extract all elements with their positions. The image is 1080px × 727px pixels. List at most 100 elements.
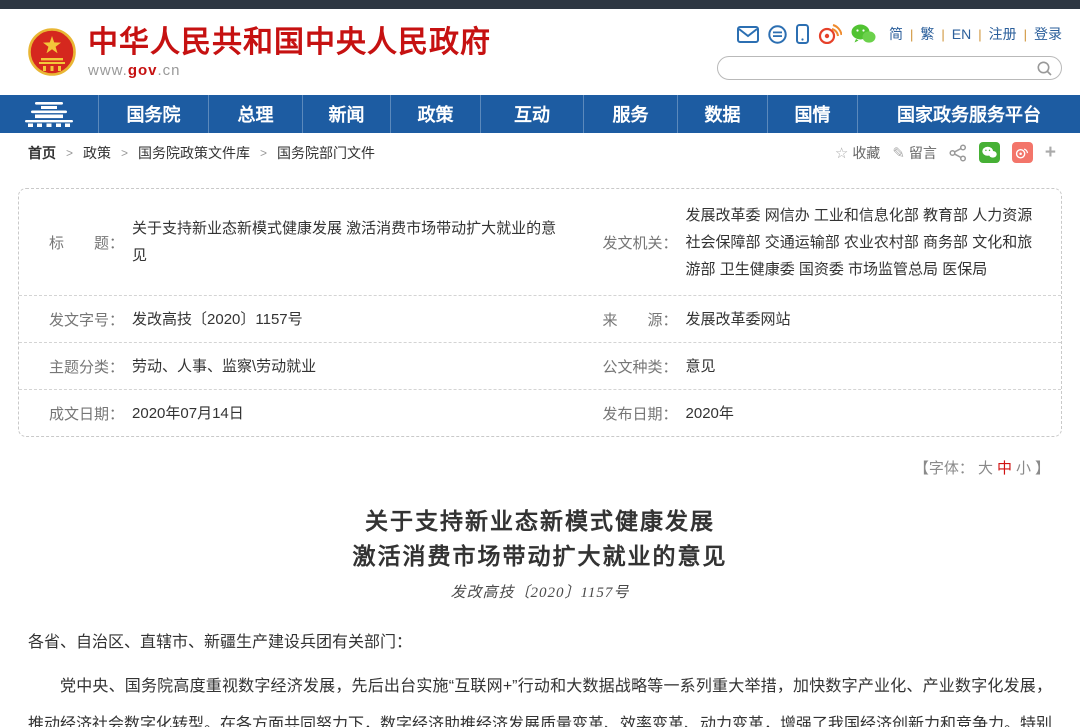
meta-value-doc-number: 发改高技〔2020〕1157号 bbox=[132, 306, 303, 333]
link-separator: | bbox=[910, 27, 913, 42]
breadcrumb: 首页 > 政策 > 国务院政策文件库 > 国务院部门文件 bbox=[28, 143, 375, 163]
share-weibo-button[interactable] bbox=[1012, 142, 1033, 163]
meta-label-category: 主题分类： bbox=[49, 356, 124, 377]
link-separator: | bbox=[978, 27, 981, 42]
font-selector-suffix: 】 bbox=[1035, 460, 1050, 477]
breadcrumb-row: 首页 > 政策 > 国务院政策文件库 > 国务院部门文件 ☆ 收藏 ✎ 留言 bbox=[0, 133, 1080, 172]
star-icon: ☆ bbox=[835, 144, 848, 162]
meta-value-source: 发展改革委网站 bbox=[686, 306, 791, 333]
quick-links-row: 简 | 繁 | EN | 注册 | 登录 bbox=[717, 21, 1062, 47]
lang-simplified[interactable]: 简 bbox=[889, 24, 903, 44]
body-paragraph: 党中央、国务院高度重视数字经济发展，先后出台实施“互联网+”行动和大数据战略等一… bbox=[28, 668, 1052, 727]
breadcrumb-home[interactable]: 首页 bbox=[28, 143, 56, 163]
register-link[interactable]: 注册 bbox=[989, 24, 1017, 44]
nav-item-zhengwu-platform[interactable]: 国家政务服务平台 bbox=[857, 95, 1080, 133]
site-title: 中华人民共和国中央人民政府 bbox=[88, 26, 491, 60]
font-selector-prefix: 【字体： bbox=[914, 460, 974, 477]
meta-cell-doc-type: 公文种类： 意见 bbox=[603, 343, 1061, 389]
url-www: www. bbox=[88, 62, 128, 79]
meta-value-publish-date: 2020年 bbox=[686, 400, 734, 427]
meta-label-source: 来 源： bbox=[603, 309, 678, 330]
url-cn: .cn bbox=[158, 62, 181, 79]
favorite-label: 收藏 bbox=[852, 143, 880, 163]
meta-row-category-type: 主题分类： 劳动、人事、监察\劳动就业 公文种类： 意见 bbox=[19, 342, 1061, 389]
search-icon[interactable] bbox=[1036, 60, 1053, 77]
login-link[interactable]: 登录 bbox=[1034, 24, 1062, 44]
breadcrumb-separator: > bbox=[260, 146, 267, 160]
url-gov: gov bbox=[128, 62, 158, 79]
pencil-icon: ✎ bbox=[892, 144, 905, 162]
weibo-icon[interactable] bbox=[818, 24, 842, 44]
salutation: 各省、自治区、直辖市、新疆生产建设兵团有关部门： bbox=[28, 628, 1052, 658]
share-wechat-button[interactable] bbox=[979, 142, 1000, 163]
meta-label-publish-date: 发布日期： bbox=[603, 403, 678, 424]
breadcrumb-policy-library[interactable]: 国务院政策文件库 bbox=[138, 143, 250, 163]
page-actions: ☆ 收藏 ✎ 留言 bbox=[835, 142, 1056, 164]
search-box[interactable] bbox=[717, 56, 1062, 80]
weibo-badge-icon bbox=[1015, 146, 1030, 159]
wechat-icon[interactable] bbox=[851, 24, 876, 44]
lang-traditional[interactable]: 繁 bbox=[920, 24, 934, 44]
nav-item-zongli[interactable]: 总理 bbox=[208, 95, 302, 133]
meta-value-title: 关于支持新业态新模式健康发展 激活消费市场带动扩大就业的意见 bbox=[132, 215, 562, 269]
tiananmen-home-icon[interactable] bbox=[0, 95, 98, 133]
meta-cell-category: 主题分类： 劳动、人事、监察\劳动就业 bbox=[19, 343, 603, 389]
favorite-button[interactable]: ☆ 收藏 bbox=[835, 143, 880, 163]
font-size-large[interactable]: 大 bbox=[978, 460, 993, 477]
top-navy-bar bbox=[0, 0, 1080, 9]
meta-cell-written-date: 成文日期： 2020年07月14日 bbox=[19, 390, 603, 436]
nav-item-shuju[interactable]: 数据 bbox=[677, 95, 767, 133]
link-separator: | bbox=[941, 27, 944, 42]
meta-cell-publish-date: 发布日期： 2020年 bbox=[603, 390, 1061, 436]
mobile-icon[interactable] bbox=[796, 24, 809, 44]
breadcrumb-separator: > bbox=[121, 146, 128, 160]
meta-cell-agency: 发文机关： 发展改革委 网信办 工业和信息化部 教育部 人力资源 社会保障部 交… bbox=[603, 189, 1061, 295]
site-header: 中华人民共和国中央人民政府 www.gov.cn bbox=[0, 9, 1080, 95]
link-separator: | bbox=[1024, 27, 1027, 42]
header-right: 简 | 繁 | EN | 注册 | 登录 bbox=[717, 21, 1062, 80]
site-url: www.gov.cn bbox=[88, 62, 491, 79]
meta-row-dates: 成文日期： 2020年07月14日 发布日期： 2020年 bbox=[19, 389, 1061, 436]
meta-label-title: 标 题： bbox=[49, 232, 124, 253]
document-title-line2: 激活消费市场带动扩大就业的意见 bbox=[0, 539, 1080, 574]
meta-value-written-date: 2020年07月14日 bbox=[132, 400, 244, 427]
nav-item-fuwu[interactable]: 服务 bbox=[583, 95, 677, 133]
meta-value-category: 劳动、人事、监察\劳动就业 bbox=[132, 353, 316, 380]
nav-item-xinwen[interactable]: 新闻 bbox=[302, 95, 390, 133]
comment-button[interactable]: ✎ 留言 bbox=[892, 143, 937, 163]
message-icon[interactable] bbox=[768, 25, 787, 44]
meta-value-doc-type: 意见 bbox=[686, 353, 716, 380]
more-share-button[interactable]: + bbox=[1045, 142, 1056, 164]
nav-item-zhengce[interactable]: 政策 bbox=[390, 95, 480, 133]
nav-item-hudong[interactable]: 互动 bbox=[480, 95, 583, 133]
document-meta-table: 标 题： 关于支持新业态新模式健康发展 激活消费市场带动扩大就业的意见 发文机关… bbox=[18, 188, 1062, 437]
document-title: 关于支持新业态新模式健康发展 激活消费市场带动扩大就业的意见 bbox=[0, 504, 1080, 574]
mail-icon[interactable] bbox=[737, 26, 759, 43]
breadcrumb-separator: > bbox=[66, 146, 73, 160]
national-emblem-logo bbox=[28, 26, 76, 78]
lang-links: 简 | 繁 | EN | 注册 | 登录 bbox=[889, 24, 1062, 44]
font-size-small[interactable]: 小 bbox=[1016, 460, 1031, 477]
lang-english[interactable]: EN bbox=[952, 26, 971, 42]
nav-item-guowuyuan[interactable]: 国务院 bbox=[98, 95, 208, 133]
share-icon[interactable] bbox=[949, 144, 967, 162]
meta-cell-title: 标 题： 关于支持新业态新模式健康发展 激活消费市场带动扩大就业的意见 bbox=[19, 189, 603, 295]
nav-item-guoqing[interactable]: 国情 bbox=[767, 95, 857, 133]
comment-label: 留言 bbox=[909, 143, 937, 163]
breadcrumb-department-docs[interactable]: 国务院部门文件 bbox=[277, 143, 375, 163]
main-nav: 国务院 总理 新闻 政策 互动 服务 数据 国情 国家政务服务平台 bbox=[0, 95, 1080, 133]
meta-row-title-agency: 标 题： 关于支持新业态新模式健康发展 激活消费市场带动扩大就业的意见 发文机关… bbox=[19, 189, 1061, 295]
wechat-badge-icon bbox=[982, 146, 997, 159]
font-size-medium[interactable]: 中 bbox=[997, 460, 1012, 477]
document-title-line1: 关于支持新业态新模式健康发展 bbox=[0, 504, 1080, 539]
meta-value-agency: 发展改革委 网信办 工业和信息化部 教育部 人力资源 社会保障部 交通运输部 农… bbox=[686, 202, 1037, 283]
meta-cell-doc-number: 发文字号： 发改高技〔2020〕1157号 bbox=[19, 296, 603, 342]
meta-row-number-source: 发文字号： 发改高技〔2020〕1157号 来 源： 发展改革委网站 bbox=[19, 295, 1061, 342]
site-identity: 中华人民共和国中央人民政府 www.gov.cn bbox=[88, 26, 491, 79]
meta-label-agency: 发文机关： bbox=[603, 232, 678, 253]
meta-label-doc-type: 公文种类： bbox=[603, 356, 678, 377]
document-body: 各省、自治区、直辖市、新疆生产建设兵团有关部门： 党中央、国务院高度重视数字经济… bbox=[28, 628, 1052, 727]
meta-cell-source: 来 源： 发展改革委网站 bbox=[603, 296, 1061, 342]
breadcrumb-policy[interactable]: 政策 bbox=[83, 143, 111, 163]
search-input[interactable] bbox=[730, 58, 1036, 78]
